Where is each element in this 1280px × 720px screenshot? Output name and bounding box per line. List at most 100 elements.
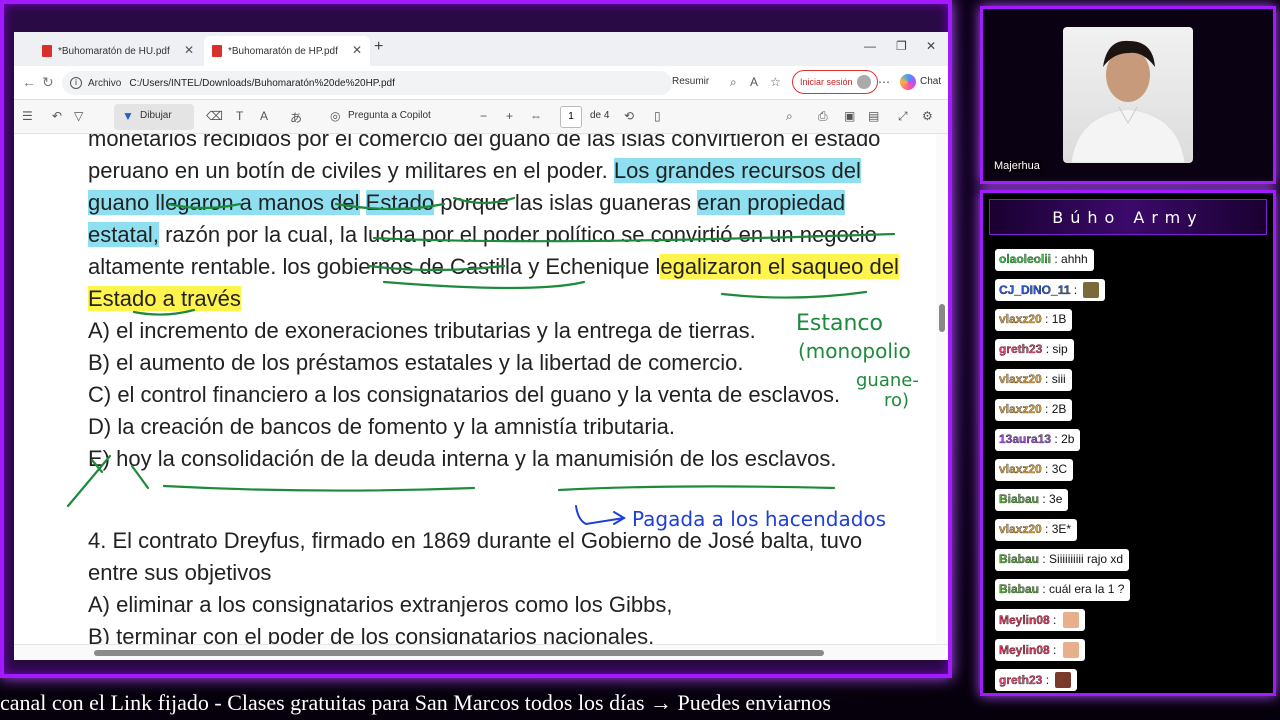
url-field[interactable]: i Archivo C:/Users/INTEL/Downloads/Buhom… <box>62 71 672 95</box>
address-bar: ← ↻ i Archivo C:/Users/INTEL/Downloads/B… <box>14 66 948 100</box>
chat-button[interactable]: Chat <box>920 76 941 87</box>
restore-icon[interactable]: ❐ <box>896 39 907 53</box>
vertical-scroll-thumb[interactable] <box>939 304 945 332</box>
highlight-icon[interactable]: ▽ <box>74 109 83 123</box>
chat-separator: : <box>1039 582 1050 596</box>
chat-username[interactable]: olaoleolii <box>999 252 1051 266</box>
read-icon[interactable]: A <box>260 109 268 123</box>
chat-text: 3e <box>1049 492 1063 506</box>
zoom-out-icon[interactable]: − <box>480 109 487 123</box>
summarize-button[interactable]: Resumir <box>672 76 709 87</box>
horizontal-scroll-thumb[interactable] <box>94 650 824 656</box>
chat-message-row: 13aura13 : 2b <box>995 429 1265 459</box>
tab-label: *Buhomaratón de HU.pdf <box>58 45 170 57</box>
chat-message-row: vlaxz20 : siii <box>995 369 1265 399</box>
chat-username[interactable]: CJ_DINO_11 <box>999 283 1071 297</box>
print-icon[interactable]: ⎙ <box>818 109 828 124</box>
chat-separator: : <box>1039 552 1050 566</box>
pdf-icon <box>42 45 52 57</box>
text-segment: porque las islas guaneras <box>440 190 691 215</box>
copilot-ask-icon[interactable]: ◎ <box>330 109 340 123</box>
highlight-blue: Los grandes recursos del <box>613 158 861 183</box>
ask-copilot-button[interactable]: Pregunta a Copilot <box>348 110 431 121</box>
rotate-icon[interactable]: ⟲ <box>624 109 634 123</box>
vertical-scrollbar[interactable] <box>936 134 948 644</box>
chat-separator: : <box>1042 673 1053 687</box>
ink-arrow-head <box>613 511 626 525</box>
close-tab-icon[interactable]: ✕ <box>352 43 362 57</box>
horizontal-scrollbar[interactable] <box>14 644 948 660</box>
fit-page-icon[interactable]: ⇔ <box>530 109 542 123</box>
save-as-icon[interactable]: ▤ <box>868 109 879 123</box>
chat-message-row: greth23 : <box>995 669 1265 699</box>
chat-username[interactable]: Biabau <box>999 582 1039 596</box>
chat-username[interactable]: Meylin08 <box>999 613 1050 627</box>
zoom-in-icon[interactable]: + <box>506 109 513 123</box>
highlight-blue: estatal, <box>88 222 159 247</box>
new-tab-icon[interactable]: + <box>374 38 383 56</box>
ink-underline <box>162 484 476 492</box>
chat-username[interactable]: 13aura13 <box>999 432 1051 446</box>
chat-username[interactable]: vlaxz20 <box>999 402 1042 416</box>
chat-separator: : <box>1039 492 1050 506</box>
chat-username[interactable]: vlaxz20 <box>999 522 1042 536</box>
refresh-icon[interactable]: ↻ <box>42 74 54 91</box>
highlight-blue: Estado <box>365 190 435 215</box>
chat-message: CJ_DINO_11 : <box>995 279 1106 301</box>
note-guane: guane- <box>856 370 919 391</box>
q4-option-a: A) eliminar a los consignatarios extranj… <box>88 592 673 617</box>
chat-username[interactable]: vlaxz20 <box>999 372 1042 386</box>
chat-username[interactable]: greth23 <box>999 673 1043 687</box>
favorite-star-icon[interactable]: ☆ <box>770 75 781 89</box>
chat-message: greth23 : <box>995 669 1078 691</box>
close-window-icon[interactable]: ✕ <box>926 39 936 53</box>
tab-bar: *Buhomaratón de HU.pdf ✕ *Buhomaratón de… <box>14 32 948 66</box>
fullscreen-icon[interactable]: ⤢ <box>898 109 908 124</box>
minimize-icon[interactable]: — <box>864 39 876 53</box>
contents-icon[interactable]: ☰ <box>22 109 33 123</box>
tab-hu-pdf[interactable]: *Buhomaratón de HU.pdf ✕ <box>34 36 202 66</box>
more-menu-icon[interactable]: ⋯ <box>878 75 890 89</box>
page-total: de 4 <box>590 110 610 121</box>
settings-gear-icon[interactable]: ⚙ <box>922 109 933 123</box>
text-box-icon[interactable]: T <box>236 109 243 123</box>
chat-panel: Búho Army olaoleolii : ahhh CJ_DINO_11 : … <box>980 190 1276 696</box>
sign-in-button[interactable]: Iniciar sesión <box>792 70 878 94</box>
eraser-icon[interactable]: ⌫ <box>206 109 223 123</box>
search-icon[interactable]: ⌕ <box>786 109 793 124</box>
draw-pen-icon: ▼ <box>122 109 134 123</box>
chat-message: Biabau : Siiiiiiiiii rajo xd <box>995 549 1130 571</box>
chat-username[interactable]: Biabau <box>999 552 1039 566</box>
chat-message-list: olaoleolii : ahhh CJ_DINO_11 : vlaxz20 : … <box>995 249 1265 699</box>
chat-username[interactable]: greth23 <box>999 342 1043 356</box>
save-icon[interactable]: ▣ <box>844 109 855 123</box>
close-tab-icon[interactable]: ✕ <box>184 43 194 57</box>
page-number-input[interactable]: 1 <box>560 106 582 128</box>
read-aloud-icon[interactable]: A <box>750 75 758 89</box>
option-a: A) el incremento de exoneraciones tribut… <box>88 318 756 343</box>
copilot-icon[interactable] <box>900 74 916 90</box>
ink-underline <box>720 290 868 299</box>
chat-text: ahhh <box>1061 252 1088 266</box>
zoom-icon[interactable]: ⌕ <box>730 75 737 90</box>
highlight-blue: eran propiedad <box>697 190 846 215</box>
ticker-text: canal con el Link fijado - Clases gratui… <box>0 690 831 715</box>
tab-hp-pdf[interactable]: *Buhomaratón de HP.pdf ✕ <box>204 36 370 66</box>
ink-arrow <box>575 505 625 526</box>
chat-separator: : <box>1041 312 1052 326</box>
back-icon[interactable]: ← <box>22 74 36 90</box>
chat-username[interactable]: Meylin08 <box>999 643 1050 657</box>
undo-icon[interactable]: ↶ <box>52 109 62 123</box>
presenter-name: Majerhua <box>991 159 1043 173</box>
q4-option-b: B) terminar con el poder de los consigna… <box>88 624 655 644</box>
webcam-panel: Majerhua <box>980 6 1276 184</box>
chat-message-row: olaoleolii : ahhh <box>995 249 1265 279</box>
translate-icon[interactable]: あ <box>290 109 302 126</box>
page-view-icon[interactable]: ▯ <box>654 109 661 123</box>
chat-username[interactable]: vlaxz20 <box>999 312 1042 326</box>
chat-username[interactable]: vlaxz20 <box>999 462 1042 476</box>
url-prefix: Archivo <box>88 77 122 89</box>
chat-username[interactable]: Biabau <box>999 492 1039 506</box>
draw-label: Dibujar <box>140 110 172 121</box>
chat-separator: : <box>1041 372 1052 386</box>
